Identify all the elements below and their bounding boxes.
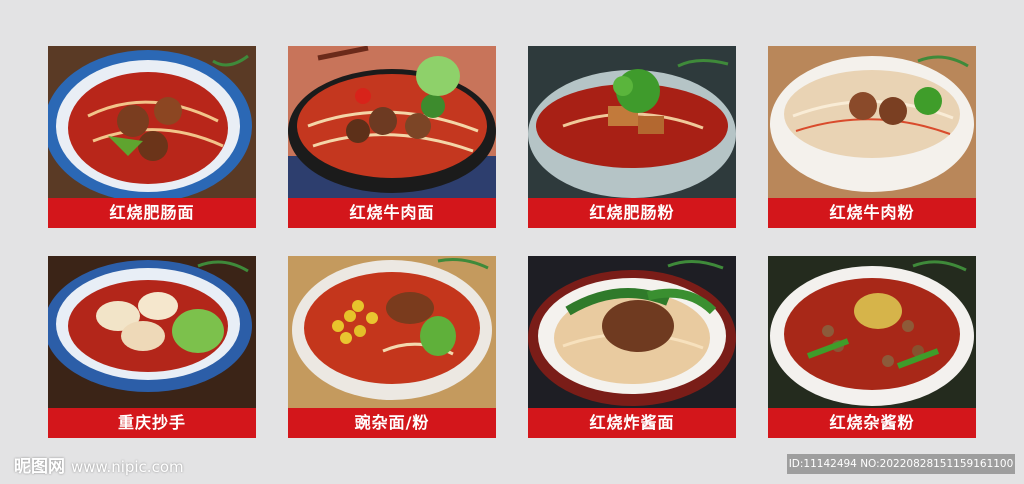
watermark-logo-text: 昵图网 xyxy=(14,457,65,477)
menu-card-7[interactable]: 红烧炸酱面 xyxy=(528,256,736,438)
menu-card-8[interactable]: 红烧杂酱粉 xyxy=(768,256,976,438)
menu-item-label: 红烧牛肉粉 xyxy=(768,198,976,228)
menu-item-label: 重庆抄手 xyxy=(48,408,256,438)
braised-intestine-vermicelli-photo xyxy=(528,46,736,198)
braised-intestine-noodle-photo xyxy=(48,46,256,198)
braised-beef-vermicelli-photo xyxy=(768,46,976,198)
braised-zhajiang-noodle-photo xyxy=(528,256,736,408)
menu-item-label: 红烧炸酱面 xyxy=(528,408,736,438)
menu-card-3[interactable]: 红烧肥肠粉 xyxy=(528,46,736,228)
pea-minced-meat-noodle-photo xyxy=(288,256,496,408)
braised-zajiang-vermicelli-photo xyxy=(768,256,976,408)
menu-card-5[interactable]: 重庆抄手 xyxy=(48,256,256,438)
menu-card-6[interactable]: 豌杂面/粉 xyxy=(288,256,496,438)
menu-card-2[interactable]: 红烧牛肉面 xyxy=(288,46,496,228)
menu-item-label: 红烧肥肠粉 xyxy=(528,198,736,228)
watermark-id: ID:11142494 NO:20220828151159161100 xyxy=(787,454,1015,474)
chongqing-wonton-photo xyxy=(48,256,256,408)
menu-card-4[interactable]: 红烧牛肉粉 xyxy=(768,46,976,228)
watermark-logo: 昵图网 www.nipic.com xyxy=(14,452,184,477)
watermark-site: www.nipic.com xyxy=(71,458,184,476)
menu-item-label: 红烧杂酱粉 xyxy=(768,408,976,438)
menu-item-label: 豌杂面/粉 xyxy=(288,408,496,438)
menu-item-label: 红烧肥肠面 xyxy=(48,198,256,228)
menu-card-1[interactable]: 红烧肥肠面 xyxy=(48,46,256,228)
menu-item-label: 红烧牛肉面 xyxy=(288,198,496,228)
braised-beef-noodle-photo xyxy=(288,46,496,198)
